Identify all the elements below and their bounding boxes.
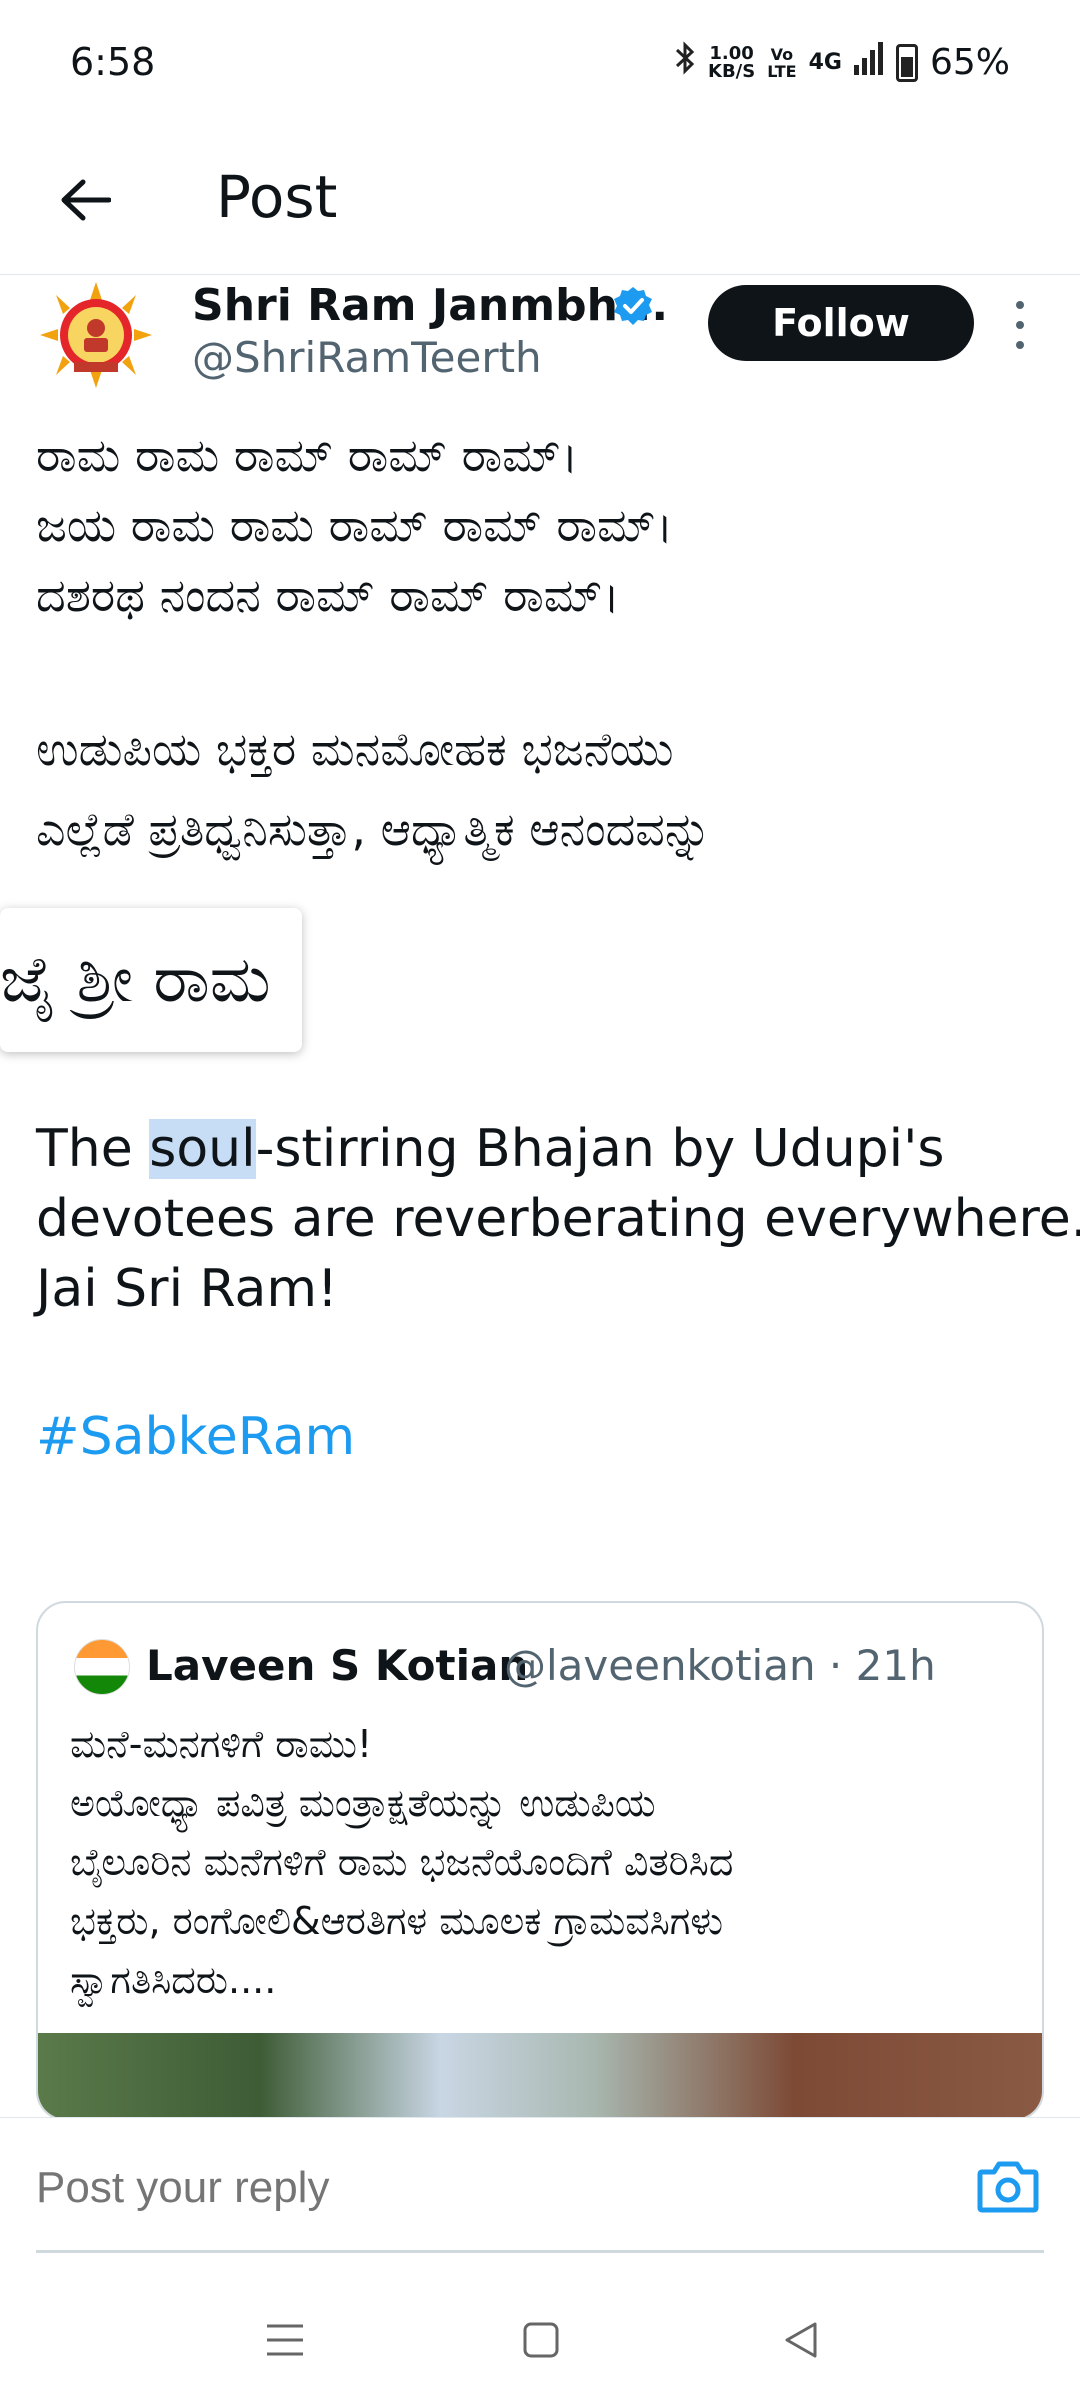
net-speed-value: 1.00 (709, 42, 754, 64)
battery-percent: 65% (929, 42, 1010, 83)
author-name[interactable]: Shri Ram Janmbh... (192, 280, 668, 331)
system-nav-bar (0, 2280, 1080, 2400)
follow-button[interactable]: Follow (708, 285, 974, 361)
nav-home-button[interactable] (506, 2310, 576, 2370)
quoted-author-name: Laveen S Kotian (146, 1641, 529, 1690)
post-line: ಜಯ ರಾಮ ರಾಮ ರಾಮ್ ರಾಮ್ ರಾಮ್। (36, 498, 674, 552)
volte-bottom: LTE (767, 61, 797, 81)
quoted-line: ಅಯೋಧ್ಯಾ ಪವಿತ್ರ ಮಂತ್ರಾಕ್ಷತೆಯನ್ನು ಉಡುಪಿಯ (70, 1781, 656, 1825)
english-line-3: Jai Sri Ram! (36, 1259, 338, 1319)
nav-menu-button[interactable] (250, 2310, 320, 2370)
status-bar: 6:58 1.00 KB/S Vo LTE 4G 65% (0, 0, 1080, 125)
verified-badge-icon (612, 285, 654, 327)
hashtag-link[interactable]: #SabkeRam (36, 1402, 1046, 1472)
status-icons: 1.00 KB/S Vo LTE 4G 65% (674, 40, 1010, 85)
quoted-author-handle: @laveenkotian · 21h (504, 1641, 936, 1690)
net-speed-unit: KB/S (708, 60, 756, 82)
quoted-line: ಮನೆ-ಮನಗಳಿಗೆ ರಾಮು! (70, 1722, 373, 1766)
post-line: ಎಲ್ಲೆಡೆ ಪ್ರತಿಧ್ವನಿಸುತ್ತಾ, ಆಧ್ಯಾತ್ಮಿಕ ಆನಂ… (36, 802, 712, 856)
arrow-left-icon (61, 179, 111, 221)
quoted-line: ಭಕ್ತರು, ರಂಗೋಲಿ&ಆರತಿಗಳ ಮೂಲಕ ಗ್ರಾಮವಸಿಗಳು (70, 1899, 724, 1943)
quoted-post[interactable]: Laveen S Kotian @laveenkotian · 21h ಮನೆ-… (36, 1601, 1044, 2121)
reply-bar (0, 2117, 1080, 2257)
popup-text: ಜೈ ಶ್ರೀ ರಾಮ (0, 943, 271, 1017)
volte-indicator: Vo LTE (767, 46, 796, 80)
post-line: ದಶರಥ ನಂದನ ರಾಮ್ ರಾಮ್ ರಾಮ್। (36, 568, 620, 622)
battery-icon (895, 43, 918, 82)
reply-input[interactable] (36, 2163, 936, 2213)
quoted-line: ಸ್ವಾಗತಿಸಿದರು.... (70, 1958, 277, 2002)
square-icon (523, 2322, 559, 2358)
app-header: Post (0, 125, 1080, 275)
text-preview-popup: ಜೈ ಶ್ರೀ ರಾಮ (0, 908, 302, 1052)
status-time: 6:58 (70, 40, 156, 84)
post-line: ರಾಮ ರಾಮ ರಾಮ್ ರಾಮ್ ರಾಮ್। (36, 428, 579, 482)
net-speed: 1.00 KB/S (708, 42, 756, 82)
author-handle[interactable]: @ShriRamTeerth (192, 333, 542, 382)
camera-button[interactable] (976, 2158, 1040, 2214)
quoted-line: ಬೈಲೂರಿನ ಮನೆಗಳಿಗೆ ರಾಮ ಭಜನೆಯೊಂದಿಗೆ ವಿತರಿಸಿ… (70, 1840, 734, 1884)
triangle-back-icon (785, 2322, 817, 2358)
more-options-button[interactable] (1002, 295, 1038, 355)
post-line: ಉಡುಪಿಯ ಭಕ್ತರ ಮನಮೋಹಕ ಭಜನೆಯು (36, 722, 674, 776)
quoted-post-image[interactable] (38, 2033, 1042, 2119)
author-avatar[interactable] (36, 280, 156, 390)
divider (36, 2250, 1044, 2253)
signal-4g: 4G (808, 50, 842, 75)
nav-back-button[interactable] (766, 2310, 836, 2370)
camera-icon (977, 2161, 1039, 2213)
english-line-1: The soul-stirring Bhajan by Udupi's (36, 1119, 945, 1179)
bluetooth-icon (674, 40, 696, 85)
more-vertical-icon (1016, 301, 1024, 309)
english-line-2: devotees are reverberating everywhere. (36, 1189, 1080, 1249)
back-button[interactable] (40, 160, 130, 240)
page-title: Post (216, 163, 338, 231)
signal-bars-icon (853, 41, 884, 84)
menu-icon (267, 2324, 303, 2356)
quoted-post-text: ಮನೆ-ಮನಗಳಿಗೆ ರಾಮು! ಅಯೋಧ್ಯಾ ಪವಿತ್ರ ಮಂತ್ರಾಕ… (70, 1715, 1030, 2010)
selected-text[interactable]: soul (149, 1119, 256, 1179)
quoted-author-avatar (74, 1639, 130, 1695)
volte-top: Vo (770, 44, 794, 64)
